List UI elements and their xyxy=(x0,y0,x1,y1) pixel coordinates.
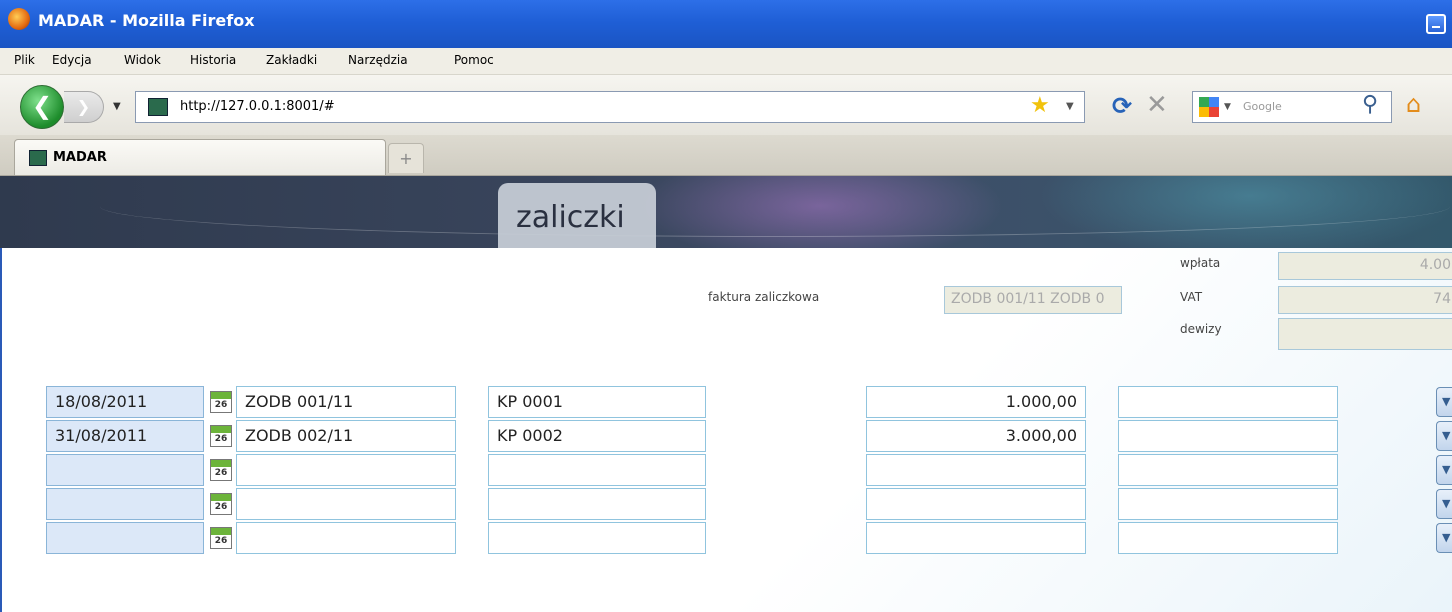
row-dropdown-icon[interactable]: ▼ xyxy=(1436,489,1452,519)
date-field[interactable] xyxy=(46,454,204,486)
menu-historia[interactable]: Historia xyxy=(190,53,236,67)
content-left-border xyxy=(0,248,2,612)
date-field[interactable]: 18/08/2011 xyxy=(46,386,204,418)
calendar-icon[interactable]: 26 xyxy=(210,391,232,413)
menu-bar: Plik Edycja Widok Historia Zakładki Narz… xyxy=(0,48,1452,75)
home-icon[interactable]: ⌂ xyxy=(1406,87,1421,121)
menu-pomoc[interactable]: Pomoc xyxy=(454,53,494,67)
menu-zakladki[interactable]: Zakładki xyxy=(266,53,317,67)
date-field[interactable] xyxy=(46,488,204,520)
wplata-label: wpłata xyxy=(1180,256,1221,270)
faktura-zaliczkowa-label: faktura zaliczkowa xyxy=(708,290,820,304)
bookmark-star-icon[interactable]: ★ xyxy=(1030,91,1050,121)
url-dropdown-icon[interactable]: ▼ xyxy=(1066,101,1074,112)
vat-label: VAT xyxy=(1180,290,1203,304)
calendar-icon[interactable]: 26 xyxy=(210,527,232,549)
menu-narzedzia[interactable]: Narzędzia xyxy=(348,53,408,67)
tab-label: MADAR xyxy=(53,150,107,165)
extra-field[interactable] xyxy=(1118,454,1338,486)
reload-icon[interactable]: ⟳ xyxy=(1112,91,1132,121)
extra-field[interactable] xyxy=(1118,522,1338,554)
history-dropdown-icon[interactable]: ▼ xyxy=(113,101,121,112)
document-field[interactable] xyxy=(236,522,456,554)
new-tab-button[interactable]: + xyxy=(388,143,424,173)
navigation-toolbar: ❯ ❮ ▼ http://127.0.0.1:8001/# ★ ▼ ⟳ ✕ ▼ … xyxy=(0,75,1452,135)
dewizy-label: dewizy xyxy=(1180,322,1222,336)
back-button[interactable]: ❮ xyxy=(20,85,64,129)
menu-plik[interactable]: Plik xyxy=(14,53,35,67)
extra-field[interactable] xyxy=(1118,420,1338,452)
kp-field[interactable]: KP 0002 xyxy=(488,420,706,452)
address-bar[interactable]: http://127.0.0.1:8001/# xyxy=(135,91,1085,123)
amount-field[interactable] xyxy=(866,488,1086,520)
amount-field[interactable] xyxy=(866,454,1086,486)
kp-field[interactable] xyxy=(488,522,706,554)
window-title: MADAR - Mozilla Firefox xyxy=(38,11,255,30)
tab-strip: MADAR + xyxy=(0,135,1452,176)
document-field[interactable] xyxy=(236,454,456,486)
window-titlebar: MADAR - Mozilla Firefox xyxy=(0,0,1452,48)
calendar-icon[interactable]: 26 xyxy=(210,459,232,481)
forward-button[interactable]: ❯ xyxy=(64,91,104,123)
calendar-icon[interactable]: 26 xyxy=(210,493,232,515)
row-dropdown-icon[interactable]: ▼ xyxy=(1436,421,1452,451)
date-field[interactable] xyxy=(46,522,204,554)
url-text: http://127.0.0.1:8001/# xyxy=(180,99,335,114)
vat-field[interactable]: 74 xyxy=(1278,286,1452,314)
row-dropdown-icon[interactable]: ▼ xyxy=(1436,455,1452,485)
kp-field[interactable] xyxy=(488,488,706,520)
amount-field[interactable]: 1.000,00 xyxy=(866,386,1086,418)
dewizy-field[interactable] xyxy=(1278,318,1452,350)
search-icon[interactable]: ⚲ xyxy=(1362,89,1378,121)
tab-favicon-icon xyxy=(29,150,47,166)
kp-field[interactable] xyxy=(488,454,706,486)
row-dropdown-icon[interactable]: ▼ xyxy=(1436,387,1452,417)
search-engine-dropdown-icon[interactable]: ▼ xyxy=(1224,102,1231,112)
search-placeholder: Google xyxy=(1243,100,1282,113)
amount-field[interactable] xyxy=(866,522,1086,554)
wplata-field[interactable]: 4.00 xyxy=(1278,252,1452,280)
tab-madar[interactable]: MADAR xyxy=(14,139,386,175)
extra-field[interactable] xyxy=(1118,386,1338,418)
page-banner xyxy=(0,176,1452,248)
menu-widok[interactable]: Widok xyxy=(124,53,161,67)
google-icon[interactable] xyxy=(1199,97,1219,117)
minimize-button[interactable] xyxy=(1426,14,1446,34)
menu-edycja[interactable]: Edycja xyxy=(52,53,92,67)
stop-icon[interactable]: ✕ xyxy=(1146,89,1168,121)
site-favicon-icon xyxy=(148,98,168,116)
kp-field[interactable]: KP 0001 xyxy=(488,386,706,418)
document-field[interactable] xyxy=(236,488,456,520)
page-title: zaliczki xyxy=(516,200,625,235)
extra-field[interactable] xyxy=(1118,488,1338,520)
faktura-zaliczkowa-field[interactable]: ZODB 001/11 ZODB 0 xyxy=(944,286,1122,314)
calendar-icon[interactable]: 26 xyxy=(210,425,232,447)
row-dropdown-icon[interactable]: ▼ xyxy=(1436,523,1452,553)
firefox-icon xyxy=(8,8,30,30)
document-field[interactable]: ZODB 002/11 xyxy=(236,420,456,452)
date-field[interactable]: 31/08/2011 xyxy=(46,420,204,452)
document-field[interactable]: ZODB 001/11 xyxy=(236,386,456,418)
amount-field[interactable]: 3.000,00 xyxy=(866,420,1086,452)
